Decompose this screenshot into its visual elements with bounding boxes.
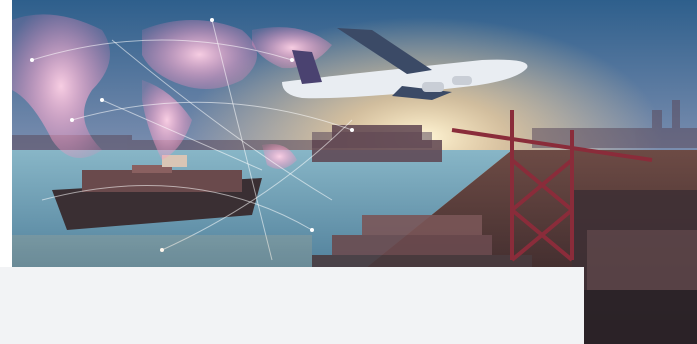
- left-margin-strip: [0, 0, 12, 267]
- overlay-panel: [0, 267, 584, 344]
